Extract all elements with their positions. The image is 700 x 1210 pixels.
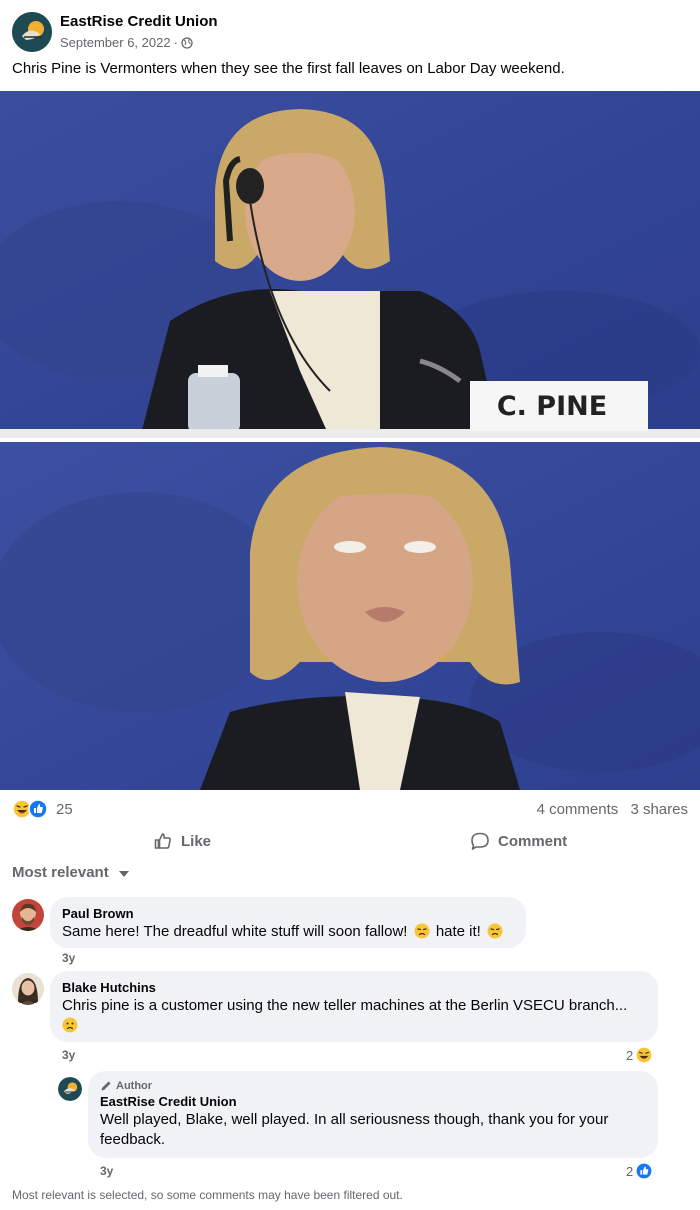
comment-text: Same here! The dreadful white stuff will… xyxy=(62,922,514,942)
author-badge-label: Author xyxy=(116,1080,153,1092)
frowning-face-icon xyxy=(62,1017,78,1033)
comment-sort-dropdown[interactable]: Most relevant xyxy=(12,864,129,881)
comment-text-part: Chris pine is a customer using the new t… xyxy=(62,997,628,1014)
sad-face-icon xyxy=(414,923,430,939)
action-row: Like Comment xyxy=(0,825,700,857)
comment-text: Well played, Blake, well played. In all … xyxy=(100,1111,609,1148)
photo-panel-top: C. PINE xyxy=(0,91,700,438)
reactions-bar: 25 4 comments 3 shares xyxy=(12,799,688,821)
like-emoji-icon xyxy=(635,1162,654,1180)
commenter-name[interactable]: EastRise Credit Union xyxy=(100,1093,646,1110)
post-header: EastRise Credit Union September 6, 2022 … xyxy=(12,12,688,52)
author-badge: Author xyxy=(100,1079,646,1093)
shares-count[interactable]: 3 shares xyxy=(630,801,688,818)
like-label: Like xyxy=(181,832,212,850)
like-emoji-icon xyxy=(28,799,48,819)
haha-emoji-icon xyxy=(635,1046,654,1064)
comment-bubble-icon xyxy=(471,832,489,850)
reaction-count[interactable]: 25 xyxy=(56,801,73,818)
comment-text: Chris pine is a customer using the new t… xyxy=(62,996,646,1016)
avatar[interactable] xyxy=(58,1077,82,1101)
sad-face-icon xyxy=(487,923,503,939)
comment-reaction-count: 2 xyxy=(626,1047,634,1063)
comment-text-part: hate it! xyxy=(435,923,481,940)
avatar[interactable] xyxy=(12,973,44,1005)
page-avatar[interactable] xyxy=(12,12,52,52)
engagement-stats: 4 comments 3 shares xyxy=(529,801,688,818)
photo-nameplate: C. PINE xyxy=(497,391,607,422)
commenter-name[interactable]: Paul Brown xyxy=(62,905,514,922)
reply-bubble: Author EastRise Credit Union Well played… xyxy=(88,1071,658,1158)
comments-count[interactable]: 4 comments xyxy=(537,801,619,818)
commenter-name[interactable]: Blake Hutchins xyxy=(62,979,646,996)
sort-label: Most relevant xyxy=(12,864,109,881)
comment-button[interactable]: Comment xyxy=(470,825,567,857)
meta-separator: · xyxy=(173,35,178,50)
comment-text-part: Same here! The dreadful white stuff will… xyxy=(62,923,408,940)
post-meta: September 6, 2022 · xyxy=(60,35,193,50)
photo-panel-bottom xyxy=(0,442,700,790)
post-caption: Chris Pine is Vermonters when they see t… xyxy=(12,60,565,77)
comment-timestamp[interactable]: 3y xyxy=(62,951,75,965)
comment-timestamp[interactable]: 3y xyxy=(62,1048,75,1062)
comment-timestamp[interactable]: 3y xyxy=(100,1164,113,1178)
comment-label: Comment xyxy=(498,832,568,850)
reaction-icons[interactable] xyxy=(12,799,48,819)
comment-reactions[interactable]: 2 xyxy=(626,1162,654,1180)
comment-bubble: Blake Hutchins Chris pine is a customer … xyxy=(50,971,658,1042)
caret-down-icon xyxy=(118,871,129,877)
filter-notice: Most relevant is selected, so some comme… xyxy=(12,1188,403,1202)
post-date[interactable]: September 6, 2022 xyxy=(60,35,171,50)
globe-icon xyxy=(181,36,193,49)
avatar[interactable] xyxy=(12,899,44,931)
comment-bubble: Paul Brown Same here! The dreadful white… xyxy=(50,897,526,948)
pencil-icon xyxy=(101,1081,111,1091)
page-name[interactable]: EastRise Credit Union xyxy=(60,13,218,30)
comment-reaction-count: 2 xyxy=(626,1163,634,1179)
post-photo[interactable]: C. PINE xyxy=(0,91,700,790)
comment-reactions[interactable]: 2 xyxy=(626,1046,654,1064)
thumbs-up-icon xyxy=(154,833,171,849)
like-button[interactable]: Like xyxy=(153,825,211,857)
